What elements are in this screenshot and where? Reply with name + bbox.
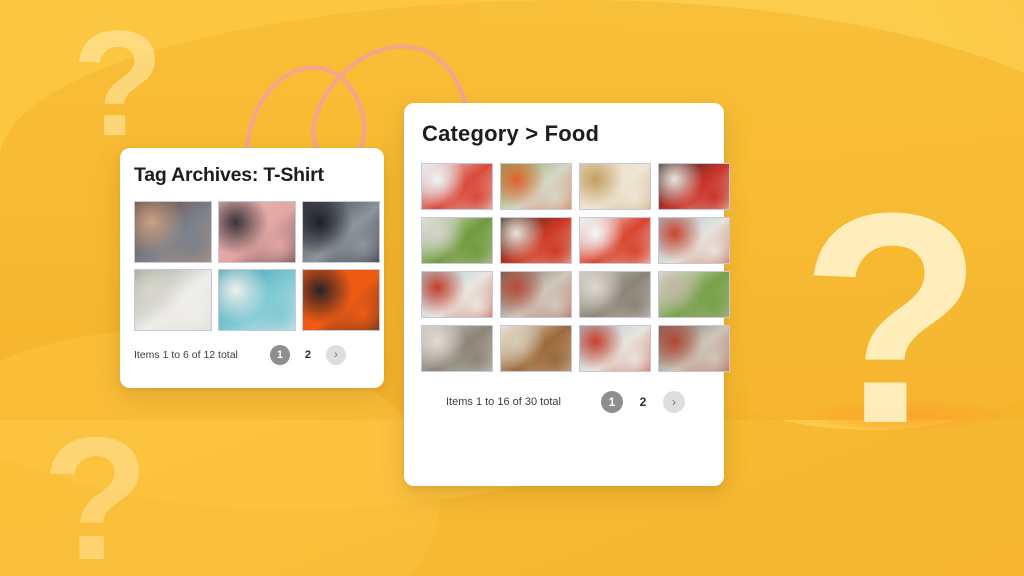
category-food-card: Category > Food Items 1 to 16 of 30 tota… xyxy=(404,103,730,486)
pagination-page-1[interactable]: 1 xyxy=(600,391,623,413)
thumbnail-item[interactable] xyxy=(421,271,493,318)
question-mark-icon-top-left: ? xyxy=(72,0,164,167)
pagination-info: Items 1 to 6 of 12 total xyxy=(134,349,238,361)
thumbnail-item[interactable] xyxy=(134,269,212,331)
page-title-tag-archives: Tag Archives: T-Shirt xyxy=(134,164,324,186)
pagination-page-2[interactable]: 2 xyxy=(298,345,318,365)
pagination-next-icon[interactable]: › xyxy=(662,391,685,413)
thumbnail-item[interactable] xyxy=(579,325,651,372)
thumbnail-item[interactable] xyxy=(500,271,572,318)
thumbnail-item[interactable] xyxy=(500,217,572,264)
thumbnail-item[interactable] xyxy=(421,325,493,372)
pagination-page-1[interactable]: 1 xyxy=(269,345,290,365)
pagination-info: Items 1 to 16 of 30 total xyxy=(446,396,561,408)
thumbnail-item[interactable] xyxy=(421,217,493,264)
thumbnail-item[interactable] xyxy=(658,163,730,210)
thumbnail-grid-food xyxy=(404,147,730,372)
question-mark-icon-right: ? xyxy=(800,150,983,486)
tag-archives-card: Tag Archives: T-Shirt Items 1 to 6 of 12… xyxy=(120,148,384,388)
thumbnail-item[interactable] xyxy=(500,325,572,372)
thumbnail-item[interactable] xyxy=(658,271,730,318)
page-title-category-food: Category > Food xyxy=(422,121,600,146)
thumbnail-item[interactable] xyxy=(658,325,730,372)
screenshot-stage: ? ? ? Tag Archives: T-Shirt Items 1 to 6… xyxy=(0,0,1024,576)
thumbnail-item[interactable] xyxy=(302,201,380,263)
thumbnail-item[interactable] xyxy=(500,163,572,210)
thumbnail-item[interactable] xyxy=(134,201,212,263)
pagination-page-2[interactable]: 2 xyxy=(632,391,654,413)
thumbnail-item[interactable] xyxy=(218,269,296,331)
thumbnail-item[interactable] xyxy=(218,201,296,263)
thumbnail-item[interactable] xyxy=(658,217,730,264)
pagination-tshirt: Items 1 to 6 of 12 total 1 2 › xyxy=(120,331,384,365)
thumbnail-item[interactable] xyxy=(421,163,493,210)
thumbnail-grid-tshirt xyxy=(120,187,384,331)
question-mark-icon-bottom-left: ? xyxy=(42,402,149,576)
pagination-next-icon[interactable]: › xyxy=(325,345,346,365)
thumbnail-item[interactable] xyxy=(579,163,651,210)
thumbnail-item[interactable] xyxy=(579,271,651,318)
thumbnail-item[interactable] xyxy=(579,217,651,264)
pagination-food: Items 1 to 16 of 30 total 1 2 › xyxy=(404,372,724,413)
thumbnail-item[interactable] xyxy=(302,269,380,331)
